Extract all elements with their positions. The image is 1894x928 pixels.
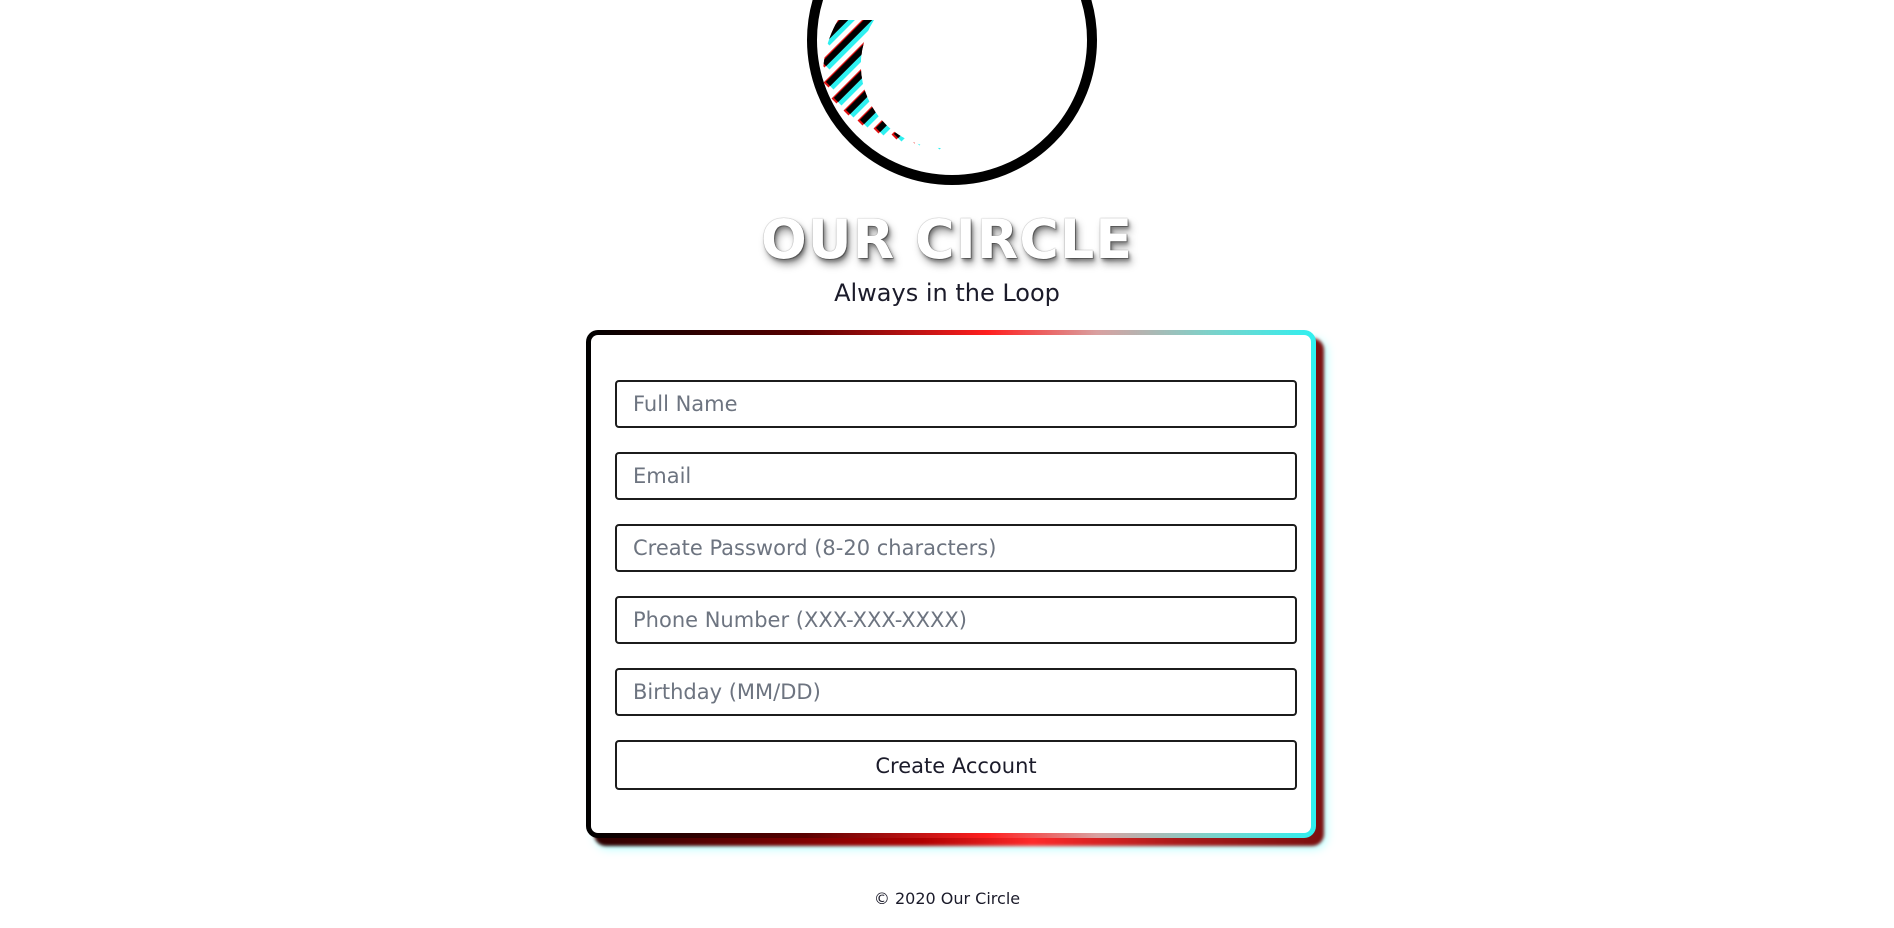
phone-input[interactable] <box>615 596 1297 644</box>
signup-page: OUR CIRCLE Always in the Loop Create Acc… <box>0 0 1894 928</box>
circle-logo-icon <box>807 0 1097 185</box>
email-input[interactable] <box>615 452 1297 500</box>
footer-copyright: © 2020 Our Circle <box>873 889 1021 908</box>
full-name-input[interactable] <box>615 380 1297 428</box>
brand-tagline: Always in the Loop <box>834 279 1060 307</box>
signup-form: Create Account <box>586 330 1316 838</box>
signup-card: Create Account <box>586 330 1324 846</box>
birthday-input[interactable] <box>615 668 1297 716</box>
brand-title: OUR CIRCLE <box>760 208 1134 271</box>
password-input[interactable] <box>615 524 1297 572</box>
create-account-button[interactable]: Create Account <box>615 740 1297 790</box>
